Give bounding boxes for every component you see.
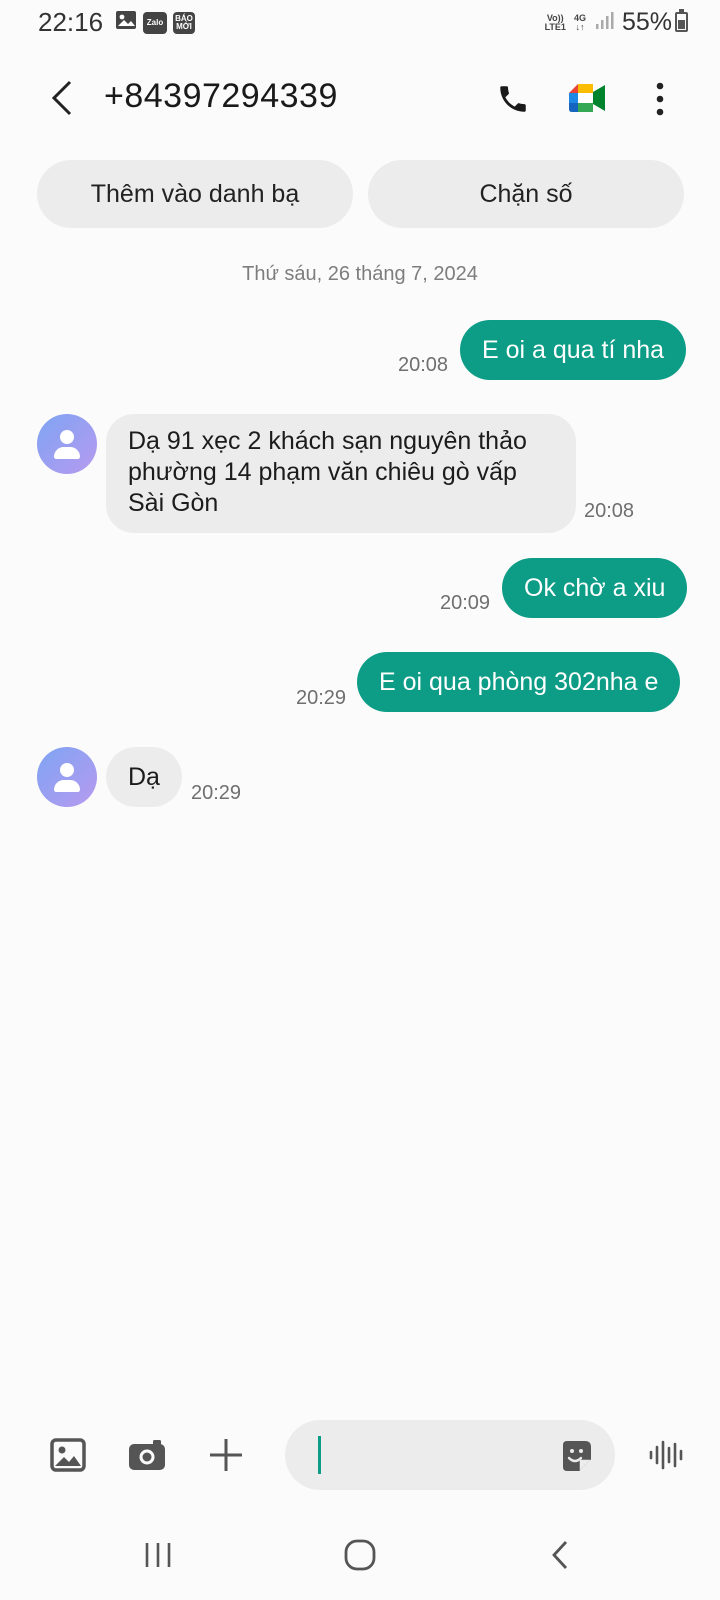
message-time: 20:08 bbox=[584, 500, 635, 522]
call-button[interactable] bbox=[490, 76, 536, 122]
add-to-contacts-button[interactable]: Thêm vào danh bạ bbox=[37, 160, 353, 228]
volte-icon: Vo)) LTE1 bbox=[544, 12, 566, 32]
camera-button[interactable] bbox=[125, 1433, 169, 1477]
plus-icon bbox=[210, 1439, 242, 1471]
contact-number[interactable]: +84397294339 bbox=[104, 77, 338, 116]
message-line: phường 14 phạm văn chiêu gò vấp bbox=[128, 458, 517, 486]
message-outgoing: E oi a qua tí nha bbox=[460, 320, 687, 380]
message-outgoing: Ok chờ a xiu bbox=[502, 558, 688, 618]
recent-apps-button[interactable] bbox=[128, 1532, 188, 1578]
video-call-button[interactable] bbox=[566, 78, 610, 118]
message-incoming: Dạ 91 xẹc 2 khách sạn nguyên thảo phường… bbox=[106, 414, 576, 533]
battery-percent: 55% bbox=[621, 8, 672, 36]
message-time: 20:09 bbox=[440, 592, 491, 614]
attach-button[interactable] bbox=[204, 1433, 248, 1477]
network-4g-icon: 4G ↓↑ bbox=[573, 12, 586, 32]
message-outgoing: E oi qua phòng 302nha e bbox=[357, 652, 681, 712]
battery-icon bbox=[675, 9, 688, 32]
message-incoming: Dạ bbox=[106, 747, 182, 807]
block-number-button[interactable]: Chặn số bbox=[368, 160, 684, 228]
contact-avatar[interactable] bbox=[37, 747, 97, 807]
image-notification-icon bbox=[115, 10, 137, 35]
message-time: 20:29 bbox=[296, 687, 347, 709]
system-navigation-bar bbox=[0, 1520, 720, 1590]
message-bubble[interactable]: E oi a qua tí nha bbox=[460, 320, 687, 380]
message-bubble[interactable]: E oi qua phòng 302nha e bbox=[357, 652, 681, 712]
zalo-notification-icon: Zalo bbox=[143, 11, 167, 34]
message-input[interactable] bbox=[313, 1435, 543, 1475]
signal-icon bbox=[594, 10, 614, 35]
message-bubble[interactable]: Dạ bbox=[106, 747, 182, 807]
sticker-button[interactable] bbox=[557, 1437, 595, 1475]
conversation-header: +84397294339 bbox=[0, 64, 720, 132]
gallery-icon bbox=[50, 1438, 86, 1472]
message-input-container[interactable] bbox=[285, 1420, 615, 1490]
message-line: Dạ 91 xẹc 2 khách sạn nguyên thảo bbox=[128, 427, 527, 455]
back-icon bbox=[51, 80, 72, 116]
back-button[interactable] bbox=[40, 76, 84, 120]
home-icon bbox=[344, 1539, 376, 1571]
video-call-icon bbox=[569, 84, 605, 112]
message-time: 20:08 bbox=[398, 354, 449, 376]
voice-record-button[interactable] bbox=[645, 1433, 689, 1477]
camera-icon bbox=[129, 1440, 165, 1470]
baomoi-notification-icon: BÁO MỚI bbox=[173, 11, 195, 34]
message-bubble[interactable]: Ok chờ a xiu bbox=[502, 558, 688, 618]
status-right: Vo)) LTE1 4G ↓↑ 55% bbox=[545, 8, 672, 37]
nav-back-button[interactable] bbox=[530, 1532, 590, 1578]
home-button[interactable] bbox=[330, 1532, 390, 1578]
more-vert-icon bbox=[656, 82, 664, 116]
more-options-button[interactable] bbox=[640, 76, 680, 122]
message-bubble[interactable]: Dạ 91 xẹc 2 khách sạn nguyên thảo phường… bbox=[106, 414, 576, 533]
date-separator: Thứ sáu, 26 tháng 7, 2024 bbox=[242, 263, 478, 285]
message-line: Sài Gòn bbox=[128, 489, 219, 517]
status-bar: 22:16 Zalo BÁO MỚI Vo)) LTE1 4G ↓↑ 55% bbox=[0, 0, 720, 48]
message-time: 20:29 bbox=[191, 782, 242, 804]
contact-avatar[interactable] bbox=[37, 414, 97, 474]
gallery-button[interactable] bbox=[46, 1433, 90, 1477]
status-time: 22:16 bbox=[38, 7, 104, 37]
message-composer bbox=[0, 1416, 720, 1492]
nav-back-icon bbox=[552, 1541, 568, 1569]
sticker-icon bbox=[563, 1441, 591, 1471]
battery-level bbox=[678, 20, 685, 29]
phone-icon bbox=[500, 86, 526, 112]
recent-apps-icon bbox=[145, 1543, 171, 1567]
text-caret bbox=[318, 1436, 321, 1474]
notification-icons: Zalo BÁO MỚI bbox=[115, 10, 195, 35]
voice-icon bbox=[649, 1440, 683, 1470]
